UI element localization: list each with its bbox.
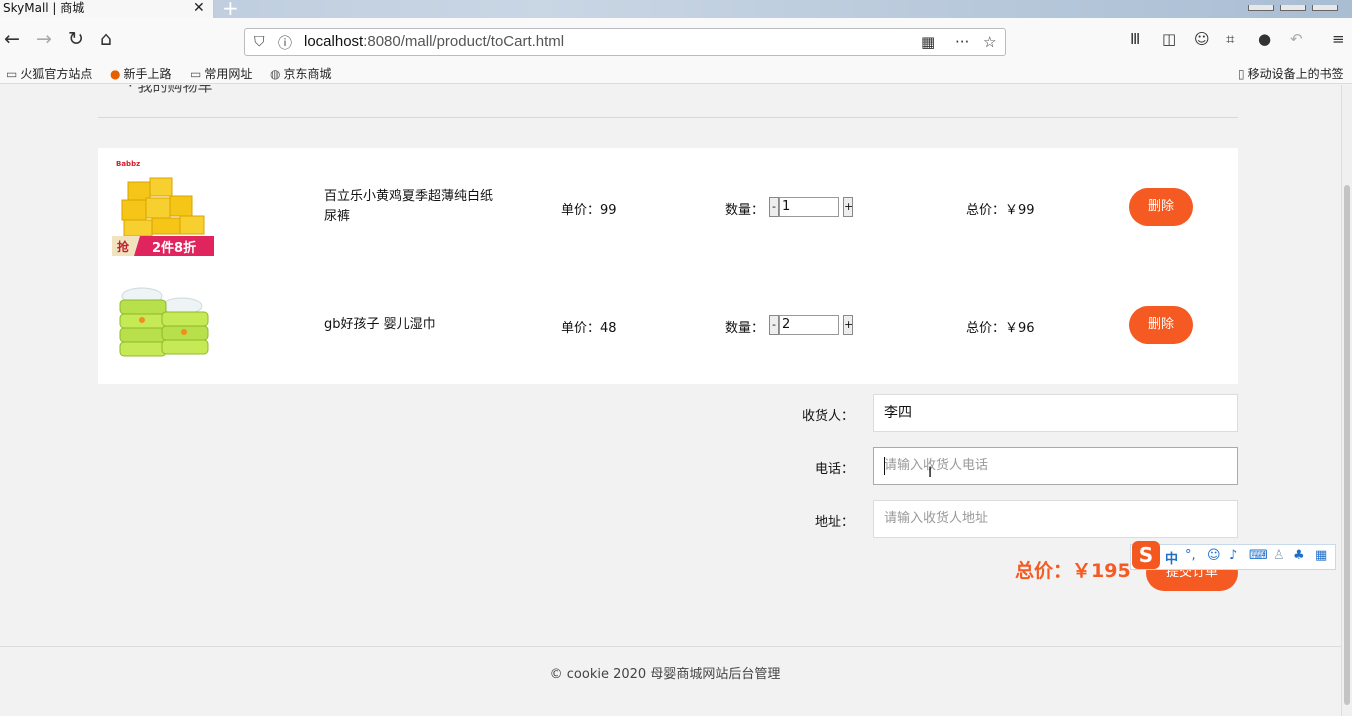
shield-icon[interactable]: ⛉ — [254, 34, 265, 50]
receiver-input[interactable]: 李四 — [873, 394, 1238, 432]
address-label: 地址： — [815, 515, 855, 530]
menu-icon[interactable]: ≡ — [1332, 28, 1345, 50]
divider — [98, 117, 1238, 118]
text-cursor-icon: I — [928, 465, 933, 481]
brand-tag: Babbz — [116, 160, 140, 168]
delete-button[interactable]: 删除 — [1129, 306, 1193, 344]
more-actions-icon[interactable]: ··· — [955, 33, 969, 51]
phone-label: 电话： — [815, 462, 855, 477]
window-controls — [1242, 0, 1352, 11]
toolbox-icon[interactable]: ▦ — [1315, 548, 1327, 563]
quantity-input[interactable]: 1 — [779, 197, 839, 217]
text-caret — [884, 457, 885, 475]
bookmark-mobile[interactable]: ▯ 移动设备上的书签 — [1238, 65, 1344, 82]
close-window-icon[interactable] — [1312, 5, 1338, 11]
cart-heading: · 我的购物车 — [128, 85, 213, 95]
unit-price: 单价：48 — [561, 321, 617, 336]
info-icon[interactable]: ⓘ — [278, 33, 292, 53]
bookmark-getting-started[interactable]: ● 新手上路 — [110, 65, 172, 82]
cart-item: gb好孩子 婴儿湿巾 单价：48 数量： - 2 + 总价：￥96 删除 — [98, 266, 1238, 384]
bookmark-jd[interactable]: ◍ 京东商城 — [270, 65, 332, 82]
navigation-toolbar: ← → ↻ ⌂ ⛉ ⓘ localhost:8080/mall/product/… — [0, 18, 1352, 62]
footer-text: © cookie 2020 母婴商城网站后台管理 — [549, 667, 781, 682]
page-scrollbar[interactable] — [1341, 85, 1352, 716]
footer-divider — [0, 646, 1341, 647]
screenshot-icon[interactable]: ⌗ — [1226, 28, 1234, 50]
reload-icon[interactable]: ↻ — [68, 28, 84, 50]
product-image[interactable] — [112, 276, 214, 376]
product-name[interactable]: gb好孩子 婴儿湿巾 — [324, 315, 502, 335]
user-icon[interactable]: ♙ — [1273, 548, 1285, 563]
globe-icon: ◍ — [270, 67, 281, 81]
promo-discount: 2件8折 — [152, 241, 197, 256]
new-tab-icon[interactable]: + — [222, 0, 239, 20]
folder-icon: ▭ — [190, 67, 202, 81]
scrollbar-thumb[interactable] — [1344, 185, 1350, 705]
library-icon[interactable]: Ⅲ — [1130, 28, 1140, 50]
punctuation-icon[interactable]: °, — [1185, 548, 1196, 563]
sidebar-icon[interactable]: ◫ — [1162, 28, 1176, 50]
tab-title: SkyMall | 商城 — [3, 1, 85, 15]
folder-icon: ▭ — [6, 67, 18, 81]
decrease-quantity-button[interactable]: - — [769, 197, 779, 217]
item-total: 总价：￥96 — [966, 321, 1035, 336]
keyboard-icon[interactable]: ⌨ — [1249, 548, 1268, 563]
receiver-label: 收货人： — [802, 409, 855, 424]
bookmarks-toolbar: ▭ 火狐官方站点 ● 新手上路 ▭ 常用网址 ◍ 京东商城 ▯ 移动设备上的书签 — [0, 62, 1352, 84]
close-tab-icon[interactable]: ✕ — [193, 0, 205, 16]
firefox-icon: ● — [110, 67, 121, 81]
bookmark-star-icon[interactable]: ☆ — [983, 33, 996, 51]
sogou-logo-icon[interactable]: S — [1132, 541, 1160, 569]
browser-tab[interactable]: SkyMall | 商城 ✕ — [0, 0, 214, 18]
tab-strip: SkyMall | 商城 ✕ + — [0, 0, 1352, 20]
ime-toolbar: S 中 °, ☺ ♪ ⌨ ♙ ♣ ▦ — [1130, 541, 1336, 570]
address-input[interactable]: 请输入收货人地址 — [873, 500, 1238, 538]
decrease-quantity-button[interactable]: - — [769, 315, 779, 335]
home-icon[interactable]: ⌂ — [100, 28, 112, 50]
skin-icon[interactable]: ♣ — [1293, 548, 1305, 563]
product-name[interactable]: 百立乐小黄鸡夏季超薄纯白纸尿裤 — [324, 187, 502, 227]
chat-icon[interactable]: ● — [1258, 28, 1271, 50]
page-content: · 我的购物车 Babbz 抢 2件8折 百立乐小黄鸡夏季超薄纯白纸尿裤 单价：… — [0, 85, 1341, 716]
undo-icon[interactable]: ↶ — [1290, 28, 1303, 50]
mobile-icon: ▯ — [1238, 67, 1245, 81]
cart-list: Babbz 抢 2件8折 百立乐小黄鸡夏季超薄纯白纸尿裤 单价：99 数量： -… — [98, 148, 1238, 384]
product-image[interactable]: Babbz 抢 2件8折 — [112, 158, 214, 258]
qr-code-icon[interactable]: ▦ — [921, 33, 935, 51]
cart-item: Babbz 抢 2件8折 百立乐小黄鸡夏季超薄纯白纸尿裤 单价：99 数量： -… — [98, 148, 1238, 266]
item-total: 总价：￥99 — [966, 203, 1035, 218]
quantity-label: 数量： — [725, 203, 765, 218]
quantity-input[interactable]: 2 — [779, 315, 839, 335]
unit-price: 单价：99 — [561, 203, 617, 218]
delete-button[interactable]: 删除 — [1129, 188, 1193, 226]
promo-grab: 抢 — [117, 240, 130, 254]
forward-icon[interactable]: → — [36, 28, 52, 50]
emoji-icon[interactable]: ☺ — [1207, 548, 1221, 563]
grand-total: 总价：￥195 — [1015, 560, 1131, 582]
increase-quantity-button[interactable]: + — [843, 197, 853, 217]
quantity-label: 数量： — [725, 321, 765, 336]
address-bar[interactable]: ⛉ ⓘ localhost:8080/mall/product/toCart.h… — [244, 28, 1006, 56]
url-text[interactable]: localhost:8080/mall/product/toCart.html — [304, 33, 564, 50]
bookmark-firefox-official[interactable]: ▭ 火狐官方站点 — [6, 65, 92, 82]
minimize-icon[interactable] — [1248, 5, 1274, 11]
account-icon[interactable]: ☺ — [1194, 28, 1210, 50]
microphone-icon[interactable]: ♪ — [1229, 548, 1237, 563]
maximize-icon[interactable] — [1280, 5, 1306, 11]
ime-mode-toggle[interactable]: 中 — [1165, 548, 1178, 567]
bookmark-common-sites[interactable]: ▭ 常用网址 — [190, 65, 252, 82]
back-icon[interactable]: ← — [4, 28, 20, 50]
increase-quantity-button[interactable]: + — [843, 315, 853, 335]
